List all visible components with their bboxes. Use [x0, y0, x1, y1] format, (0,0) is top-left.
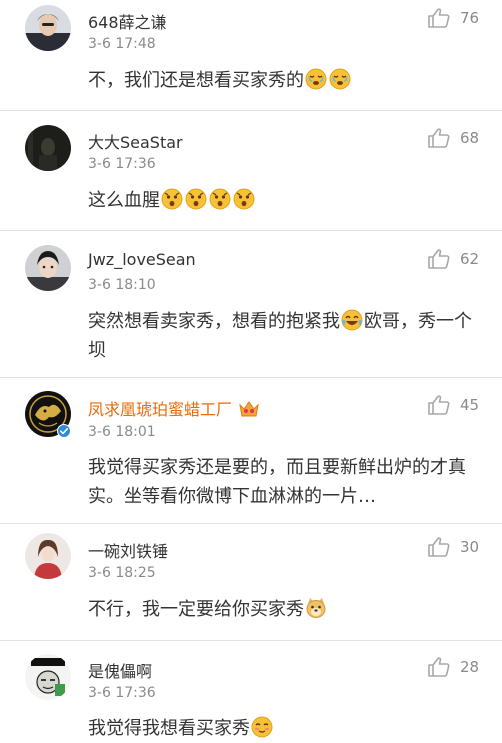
thumbs-up-icon — [428, 8, 450, 28]
thumbs-up-icon — [428, 395, 450, 415]
like-count: 76 — [460, 9, 480, 27]
username-text: 凤求凰琥珀蜜蜡工厂 — [88, 400, 233, 419]
divider — [0, 523, 502, 524]
comment-time: 3-6 17:48 — [88, 36, 156, 52]
comment-text-before: 突然想看卖家秀，想看的抱紧我 — [88, 311, 340, 332]
comment-text: 这么血腥 — [88, 186, 483, 215]
comment-time: 3-6 18:25 — [88, 565, 156, 581]
thumbs-up-icon — [428, 249, 450, 269]
avatar[interactable] — [25, 245, 71, 291]
vip-crown-icon — [239, 401, 259, 417]
comment-text-content: 不行，我一定要给你买家秀 — [88, 599, 304, 620]
scared-face-icon — [209, 188, 231, 210]
comment-time: 3-6 18:01 — [88, 424, 156, 440]
like-button[interactable]: 28 — [428, 657, 479, 677]
username[interactable]: 大大SeaStar — [88, 129, 183, 153]
like-count: 45 — [460, 396, 480, 414]
avatar[interactable] — [25, 533, 71, 579]
scared-face-icon — [161, 188, 183, 210]
scared-face-icon — [233, 188, 255, 210]
like-button[interactable]: 76 — [428, 8, 479, 28]
comment-text: 不，我们还是想看买家秀的 — [88, 66, 483, 95]
comment-text: 我觉得买家秀还是要的，而且要新鲜出炉的才真实。坐等看你微博下血淋淋的一片… — [88, 457, 466, 507]
scared-face-icon — [185, 188, 207, 210]
comment-text: 我觉得我想看买家秀 — [88, 714, 483, 743]
comment-text-content: 不，我们还是想看买家秀的 — [88, 70, 304, 91]
divider — [0, 230, 502, 231]
username[interactable]: 一碗刘铁锤 — [88, 538, 168, 562]
like-button[interactable]: 68 — [428, 128, 479, 148]
comment-text: 突然想看卖家秀，想看的抱紧我 欧哥，秀一个坝 — [88, 307, 483, 365]
avatar[interactable] — [25, 5, 71, 51]
doge-face-icon — [306, 598, 326, 618]
comment-time: 3-6 17:36 — [88, 685, 156, 701]
pleading-face-icon — [329, 68, 351, 90]
pleading-face-icon — [305, 68, 327, 90]
comment-text: 不行，我一定要给你买家秀 — [88, 595, 483, 624]
like-button[interactable]: 45 — [428, 395, 479, 415]
comment-list: 648薛之谦 3-6 17:48 76 不，我们还是想看买家秀的 大大SeaSt… — [0, 0, 502, 739]
like-count: 68 — [460, 129, 480, 147]
tears-of-joy-icon — [341, 309, 363, 331]
like-count: 28 — [460, 658, 480, 676]
thumbs-up-icon — [428, 657, 450, 677]
comment-time: 3-6 18:10 — [88, 277, 156, 293]
username[interactable]: 凤求凰琥珀蜜蜡工厂 — [88, 396, 260, 420]
like-button[interactable]: 30 — [428, 537, 479, 557]
divider — [0, 110, 502, 111]
like-count: 30 — [460, 538, 480, 556]
verified-icon — [57, 424, 71, 438]
like-count: 62 — [460, 250, 480, 268]
thumbs-up-icon — [428, 128, 450, 148]
comment-text-content: 这么血腥 — [88, 190, 160, 211]
like-button[interactable]: 62 — [428, 249, 479, 269]
username[interactable]: Jwz_loveSean — [88, 250, 196, 269]
avatar[interactable] — [25, 654, 71, 700]
comment-time: 3-6 17:36 — [88, 156, 156, 172]
divider — [0, 640, 502, 641]
divider — [0, 377, 502, 378]
username[interactable]: 是傀儡啊 — [88, 658, 152, 682]
shy-face-icon — [251, 716, 273, 738]
username[interactable]: 648薛之谦 — [88, 9, 167, 33]
thumbs-up-icon — [428, 537, 450, 557]
avatar[interactable] — [25, 125, 71, 171]
